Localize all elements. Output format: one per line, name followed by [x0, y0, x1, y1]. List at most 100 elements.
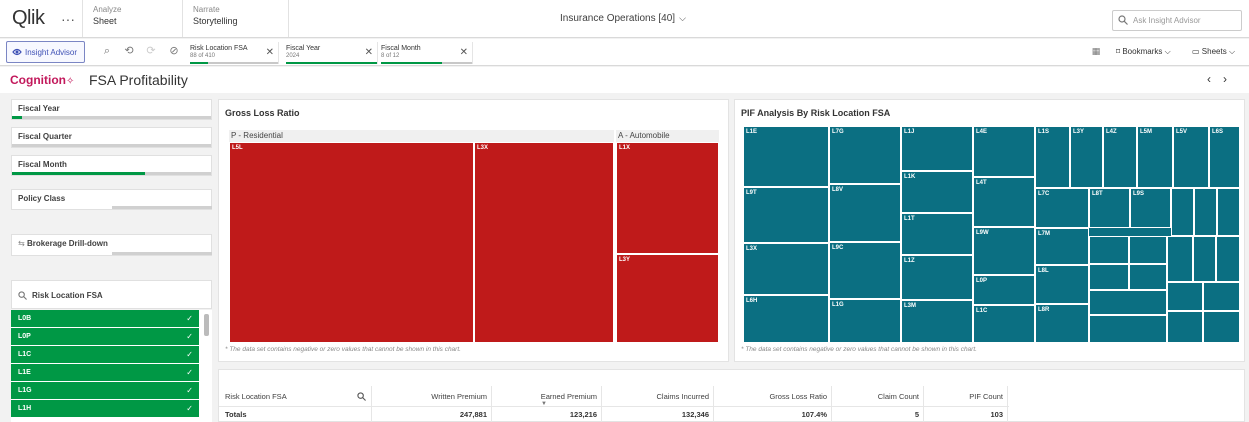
treemap-group-header[interactable]: A - Automobile — [616, 130, 719, 142]
treemap-cell[interactable]: L9W — [973, 227, 1035, 275]
more-menu-button[interactable]: ··· — [61, 11, 75, 27]
treemap-cell[interactable] — [1167, 282, 1203, 311]
tab-analyze-sheet[interactable]: Analyze Sheet — [82, 0, 182, 37]
treemap-cell[interactable]: L1G — [829, 299, 901, 343]
filter-fiscal-month[interactable]: Fiscal Month — [11, 155, 212, 176]
sparkle-icon: ✧ — [65, 76, 75, 87]
treemap-cell[interactable]: L1T — [901, 213, 973, 255]
bookmarks-button[interactable]: ⌑ Bookmarks ⌵ — [1116, 47, 1171, 57]
treemap-cell[interactable] — [1089, 315, 1167, 343]
list-item[interactable]: L1H ✓ — [11, 400, 199, 418]
column-header[interactable]: PIF Count — [923, 392, 1003, 401]
step-back-icon[interactable]: ⟲ — [122, 44, 136, 58]
previous-sheet-icon[interactable]: ‹ — [1207, 72, 1223, 86]
treemap-cell[interactable] — [1089, 236, 1129, 264]
treemap-cell[interactable]: L7G — [829, 126, 901, 184]
treemap-cell[interactable]: L3Y — [1070, 126, 1103, 188]
close-icon[interactable]: ✕ — [365, 47, 373, 58]
tab-narrate-storytelling[interactable]: Narrate Storytelling — [182, 0, 289, 37]
filter-fiscal-year[interactable]: Fiscal Year — [11, 99, 212, 120]
column-header[interactable]: Earned Premium — [491, 392, 597, 401]
insight-advisor-button[interactable]: Insight Advisor — [6, 41, 85, 63]
treemap-cell[interactable]: L6H — [743, 295, 829, 343]
smart-search-icon[interactable]: ⌕ — [100, 44, 114, 58]
treemap-cell[interactable]: L9T — [743, 187, 829, 243]
treemap-cell[interactable]: L9S — [1130, 188, 1171, 228]
treemap-cell[interactable]: L1J — [901, 126, 973, 171]
list-item[interactable]: L0P ✓ — [11, 328, 199, 346]
tab-storytelling-label: Storytelling — [193, 16, 238, 26]
column-header[interactable]: Claim Count — [831, 392, 919, 401]
list-item[interactable]: L1C ✓ — [11, 346, 199, 364]
treemap-cell[interactable]: L8R — [1035, 304, 1089, 343]
treemap-cell[interactable]: L7C — [1035, 188, 1089, 228]
treemap-cell[interactable]: L9C — [829, 242, 901, 299]
treemap-group-header[interactable]: P - Residential — [229, 130, 614, 142]
treemap-cell[interactable]: L6S — [1209, 126, 1240, 188]
list-scrollbar[interactable] — [204, 314, 209, 336]
treemap-cell[interactable] — [1171, 188, 1194, 236]
treemap-cell[interactable] — [1217, 188, 1240, 236]
treemap-cell[interactable]: L1E — [743, 126, 829, 187]
treemap-cell[interactable]: L4Z — [1103, 126, 1137, 188]
treemap-cell[interactable]: L4E — [973, 126, 1035, 177]
next-sheet-icon[interactable]: › — [1223, 72, 1239, 86]
column-header[interactable]: Claims Incurred — [601, 392, 709, 401]
treemap-cell[interactable]: L4T — [973, 177, 1035, 227]
list-item[interactable]: L0B ✓ — [11, 310, 199, 328]
filter-fiscal-quarter[interactable]: Fiscal Quarter — [11, 127, 212, 148]
step-forward-icon[interactable]: ⟳ — [144, 44, 158, 58]
filter-policy-class[interactable]: Policy Class — [11, 189, 212, 210]
treemap-cell[interactable]: L7M — [1035, 228, 1089, 265]
selection-chip-fiscal-month[interactable]: Fiscal Month 8 of 12 ✕ — [381, 42, 473, 64]
treemap-cell[interactable]: L3X — [743, 243, 829, 295]
treemap-cell[interactable]: L3Y — [616, 254, 719, 343]
treemap-cell[interactable]: L3M — [901, 300, 973, 343]
treemap-cell[interactable] — [1089, 264, 1129, 290]
treemap-cell[interactable] — [1203, 282, 1240, 311]
treemap-cell[interactable] — [1167, 236, 1193, 282]
treemap-cell[interactable] — [1089, 290, 1167, 315]
ask-insight-advisor-input[interactable]: Ask Insight Advisor — [1112, 10, 1242, 31]
treemap-cell[interactable]: L8V — [829, 184, 901, 242]
selection-chip-fiscal-year[interactable]: Fiscal Year 2024 ✕ — [286, 42, 378, 64]
treemap-cell[interactable] — [1203, 311, 1240, 343]
column-header[interactable]: Written Premium — [371, 392, 487, 401]
list-item[interactable]: L1G ✓ — [11, 382, 199, 400]
treemap-cell[interactable] — [1167, 311, 1203, 343]
treemap-cell[interactable]: L1K — [901, 171, 973, 213]
grid-icon[interactable]: ▦ — [1089, 44, 1103, 58]
treemap-cell[interactable]: L8L — [1035, 265, 1089, 304]
list-item[interactable]: L1E ✓ — [11, 364, 199, 382]
treemap-cell[interactable] — [1194, 188, 1217, 236]
column-header[interactable]: Gross Loss Ratio — [713, 392, 827, 401]
search-icon[interactable] — [357, 392, 366, 401]
risk-location-search[interactable]: Risk Location FSA — [11, 280, 212, 309]
filter-brokerage-drill-down[interactable]: ⇆ Brokerage Drill-down — [11, 234, 212, 256]
search-icon — [18, 291, 27, 300]
treemap-cell[interactable] — [1193, 236, 1216, 282]
treemap-cell[interactable]: L0P — [973, 275, 1035, 305]
selection-chip-risk-location[interactable]: Risk Location FSA 88 of 410 ✕ — [190, 42, 279, 64]
qlik-logo[interactable]: Qlik — [12, 7, 45, 30]
treemap-cell[interactable]: L1Z — [901, 255, 973, 300]
chip-progress-bar — [190, 62, 278, 64]
treemap-cell[interactable] — [1129, 264, 1167, 290]
column-header[interactable]: Risk Location FSA — [225, 392, 287, 401]
filter-label: Policy Class — [18, 194, 66, 203]
treemap-cell[interactable]: L5L — [229, 142, 474, 343]
clear-selections-icon[interactable]: ⊘ — [167, 44, 181, 58]
treemap-cell[interactable]: L1C — [973, 305, 1035, 343]
treemap-cell[interactable]: L5V — [1173, 126, 1209, 188]
treemap-cell[interactable]: L1X — [616, 142, 719, 254]
close-icon[interactable]: ✕ — [460, 47, 468, 58]
treemap-cell[interactable]: L3X — [474, 142, 614, 343]
app-title-dropdown[interactable]: Insurance Operations [40] ⌵ — [560, 13, 686, 24]
treemap-cell[interactable]: L1S — [1035, 126, 1070, 188]
sheets-button[interactable]: ▭ Sheets ⌵ — [1192, 47, 1235, 57]
close-icon[interactable]: ✕ — [266, 47, 274, 58]
treemap-cell[interactable] — [1216, 236, 1240, 282]
treemap-cell[interactable] — [1129, 236, 1167, 264]
treemap-cell[interactable]: L8T — [1089, 188, 1130, 228]
treemap-cell[interactable]: L5M — [1137, 126, 1173, 188]
